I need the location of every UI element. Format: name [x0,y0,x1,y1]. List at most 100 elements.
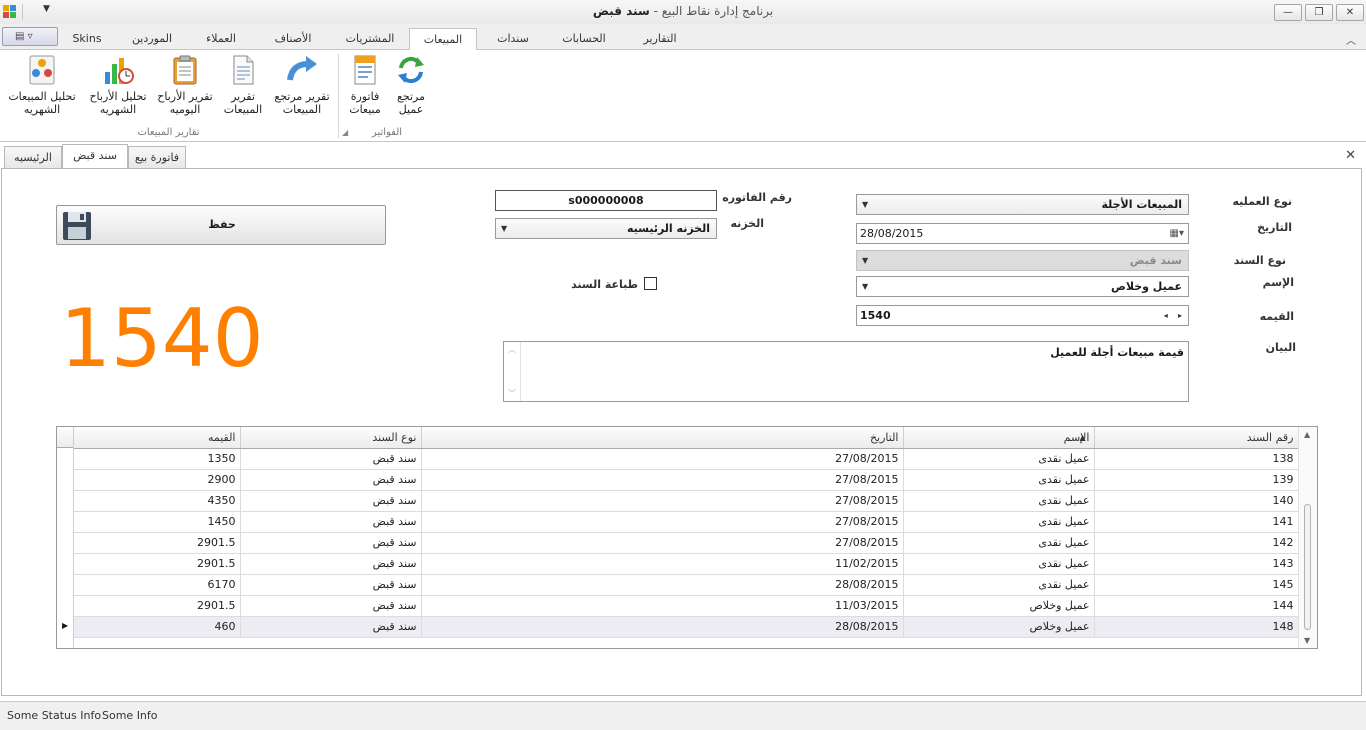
cell-voucher-type: سند قبض [240,553,422,575]
scrollbar-thumb[interactable] [1304,504,1311,630]
amount-spin-input[interactable]: 1540 ◂ ▸ [856,305,1189,326]
cell-date: 27/08/2015 [421,511,904,533]
daily-profit-report-button[interactable]: تقرير الأرباح اليوميه [155,52,215,122]
doc-tab-receipt-voucher[interactable]: سند قبض [62,144,128,170]
close-document-icon[interactable]: ✕ [1345,148,1356,163]
tab-accounts[interactable]: الحسابات [548,28,620,50]
tab-purchases[interactable]: المشتريات [332,28,408,50]
doc-tab-home[interactable]: الرئيسيه [4,146,62,170]
cell-voucher-number: 142 [1094,532,1299,554]
chevron-down-icon: ▼ [862,256,869,265]
tab-customers[interactable]: العملاء [188,28,254,50]
monthly-sales-analysis-label: تحليل المبيعات [8,90,76,103]
store-label: الخزنه [730,217,764,230]
column-header-voucher-number[interactable]: رقم السند [1094,427,1299,449]
application-menu-button[interactable]: ▤ ▿ [2,27,58,46]
cell-date: 11/03/2015 [421,595,904,617]
title-bar: ▼ برنامج إدارة نقاط البيع - سند قبض — ❐ … [0,0,1366,24]
scroll-down-icon[interactable]: ▼ [1304,636,1310,645]
column-header-name[interactable]: الإسم ▲ [903,427,1095,449]
date-label: التاريخ [1257,221,1292,234]
scroll-down-icon[interactable]: ﹀ [508,388,516,399]
big-amount-display: 1540 [60,292,264,385]
cell-voucher-number: 140 [1094,490,1299,512]
status-info-right: Some Info [102,709,158,722]
cell-name: عميل وخلاص [903,595,1095,617]
textarea-scrollbar[interactable]: ︿ ﹀ [504,342,521,401]
cell-voucher-number: 144 [1094,595,1299,617]
statement-textarea[interactable]: ︿ ﹀ قيمة مبيعات أجلة للعميل [503,341,1189,402]
calendar-dropdown-icon[interactable]: ▦▾ [1170,224,1184,243]
cell-amount: 6170 [74,574,241,596]
monthly-sales-analysis-button[interactable]: تحليل المبيعات الشهريه [4,52,80,122]
scroll-up-icon[interactable]: ▲ [1304,430,1310,439]
status-info-left: Some Status Info [7,709,102,722]
tab-reports[interactable]: التقارير [620,28,700,50]
operation-type-label: نوع العمليه [1232,195,1292,208]
tab-sales[interactable]: المبيعات [409,28,477,51]
store-select[interactable]: ▼ الخزنه الرئيسيه [495,218,717,239]
doc-tab-sales-invoice[interactable]: فاتورة بيع [128,146,186,170]
status-bar: Some Status Info Some Info [0,701,1366,730]
table-row[interactable]: 2901.5 سند قبض 11/02/2015 عميل نقدى 143 [74,553,1299,575]
cell-voucher-number: 143 [1094,553,1299,575]
sales-invoice-label-2: مبيعات [349,103,381,116]
cell-voucher-number: 145 [1094,574,1299,596]
cell-voucher-number: 148 [1094,616,1299,638]
cell-amount: 2901.5 [74,532,241,554]
invoice-number-input[interactable]: s000000008 [495,190,717,211]
voucher-type-label: نوع السند [1233,254,1286,267]
sales-return-report-label-2: المبيعات [282,103,322,116]
column-header-voucher-type[interactable]: نوع السند [240,427,422,449]
name-label: الإسم [1262,276,1294,289]
restore-button[interactable]: ❐ [1305,4,1333,21]
column-header-amount[interactable]: القيمه [74,427,241,449]
monthly-profit-analysis-label: تحليل الأرباح [89,90,147,103]
document-tab-strip: فاتورة بيع سند قبض الرئيسيه ✕ [0,142,1366,170]
table-row[interactable]: 4350 سند قبض 27/08/2015 عميل نقدى 140 [74,490,1299,512]
sales-invoice-button[interactable]: فاتورة مبيعات [342,52,388,122]
minimize-button[interactable]: — [1274,4,1302,21]
table-row[interactable]: 460 سند قبض 28/08/2015 عميل وخلاص 148 [74,616,1299,638]
save-button[interactable]: حفظ [56,205,386,245]
tab-skins[interactable]: Skins [64,28,110,50]
operation-type-select[interactable]: ▼ المبيعات الأجلة [856,194,1189,215]
tab-items[interactable]: الأصناف [256,28,330,50]
customer-name-select[interactable]: ▼ عميل وخلاص [856,276,1189,297]
cell-voucher-type: سند قبض [240,469,422,491]
grid-vertical-scrollbar[interactable]: ▲ ▼ [1298,427,1317,648]
chevron-down-icon: ▼ [501,224,508,233]
table-body: 1350 سند قبض 27/08/2015 عميل نقدى 138 2900 سند… [74,448,1299,638]
table-row[interactable]: 2900 سند قبض 27/08/2015 عميل نقدى 139 [74,469,1299,491]
tab-suppliers[interactable]: الموردين [118,28,186,50]
monthly-profit-analysis-button[interactable]: تحليل الأرباح الشهريه [86,52,150,122]
table-row[interactable]: 1350 سند قبض 27/08/2015 عميل نقدى 138 [74,448,1299,470]
date-picker[interactable]: 28/08/2015 ▦▾ [856,223,1189,244]
table-row[interactable]: 2901.5 سند قبض 11/03/2015 عميل وخلاص 144 [74,595,1299,617]
print-voucher-checkbox[interactable] [644,277,657,290]
cell-amount: 1450 [74,511,241,533]
sales-return-report-button[interactable]: تقرير مرتجع المبيعات [272,52,332,122]
minimize-ribbon-icon[interactable]: ︿ [1346,32,1356,47]
sales-report-button[interactable]: تقرير المبيعات [218,52,268,122]
clipboard-icon [173,55,197,85]
daily-profit-report-label-2: اليوميه [169,103,201,116]
column-header-date[interactable]: التاريخ [421,427,904,449]
cell-voucher-type: سند قبض [240,532,422,554]
cell-date: 28/08/2015 [421,574,904,596]
table-row[interactable]: 6170 سند قبض 28/08/2015 عميل نقدى 145 [74,574,1299,596]
scroll-up-icon[interactable]: ︿ [508,344,516,355]
spin-arrows-icon[interactable]: ◂ ▸ [1164,306,1182,325]
chart-clock-icon [105,58,134,84]
table-row[interactable]: 2901.5 سند قبض 27/08/2015 عميل نقدى 142 [74,532,1299,554]
cell-name: عميل نقدى [903,511,1095,533]
invoice-document-icon [354,55,376,85]
group-launcher-icon[interactable]: ◢ [342,128,348,137]
close-button[interactable]: ✕ [1336,4,1364,21]
table-row[interactable]: 1450 سند قبض 27/08/2015 عميل نقدى 141 [74,511,1299,533]
tab-vouchers[interactable]: سندات [480,28,546,50]
cell-amount: 1350 [74,448,241,470]
vouchers-grid[interactable]: ▶ القيمه نوع السند التاريخ الإسم ▲ رقم ال… [56,426,1318,649]
return-arrow-icon [287,56,317,81]
customer-return-button[interactable]: مرتجع عميل [388,52,434,122]
